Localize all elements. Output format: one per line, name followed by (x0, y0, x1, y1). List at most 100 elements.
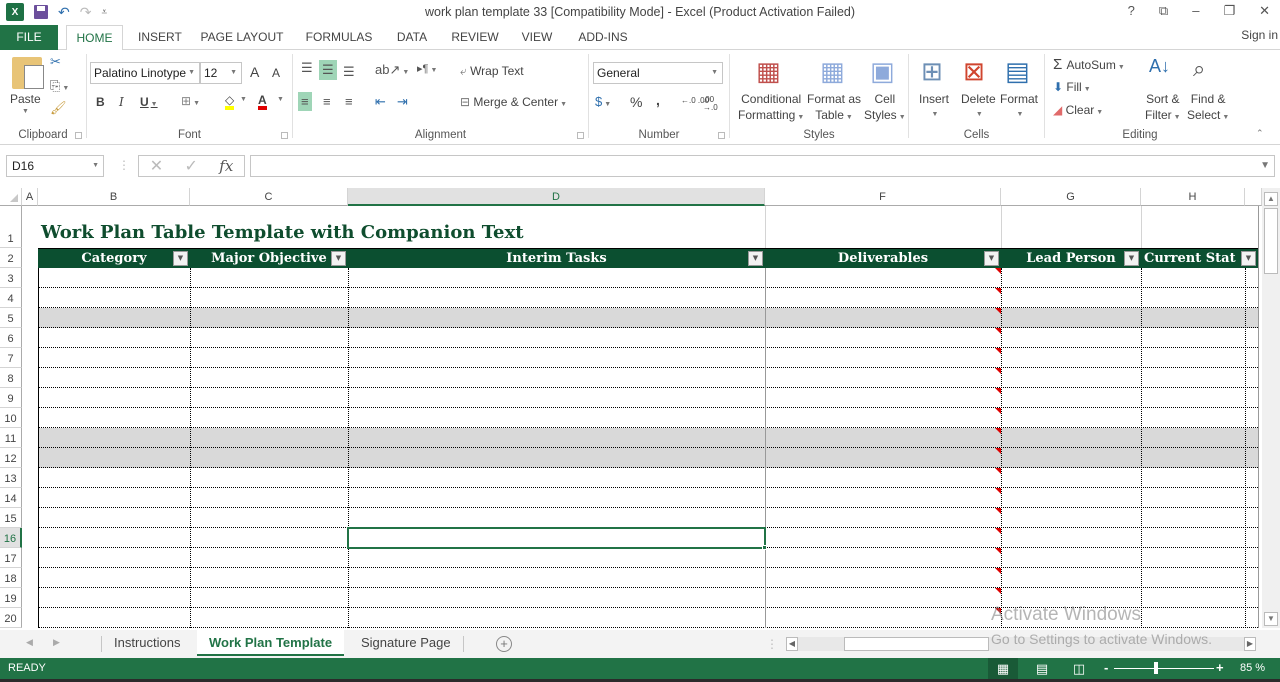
comment-indicator-icon[interactable] (995, 588, 1001, 594)
comment-indicator-icon[interactable] (995, 348, 1001, 354)
row-header-6[interactable]: 6 (0, 328, 22, 348)
number-format-select[interactable]: General ▼ (593, 62, 723, 84)
row-header-1[interactable]: 1 (0, 206, 22, 248)
font-name-select[interactable]: Palatino Linotype ▼ (90, 62, 200, 84)
font-color-dropdown[interactable]: ▼ (277, 96, 284, 103)
comment-indicator-icon[interactable] (995, 508, 1001, 514)
page-layout-view-icon[interactable]: ▤ (1027, 658, 1057, 679)
column-header-g[interactable]: G (1001, 188, 1141, 206)
sort-filter-icon[interactable]: A↓ (1149, 56, 1170, 77)
vertical-scrollbar[interactable]: ▲ ▼ (1262, 188, 1280, 628)
tab-add-ins[interactable]: ADD-INS (577, 25, 629, 50)
tab-formulas[interactable]: FORMULAS (304, 25, 374, 50)
align-right-icon[interactable]: ≡ (345, 94, 353, 109)
filter-dropdown-icon[interactable]: ▼ (1241, 251, 1256, 266)
copy-icon[interactable]: ⎘ ▼ (50, 78, 69, 94)
expand-formula-bar-icon[interactable]: ▼ (1260, 160, 1270, 171)
bottom-align-icon[interactable]: ☰ (343, 64, 355, 80)
zoom-level[interactable]: 85 % (1240, 662, 1265, 674)
minimize-icon[interactable]: – (1192, 3, 1199, 19)
cancel-entry-icon[interactable]: ✕ (150, 156, 163, 176)
bold-button[interactable]: B (96, 95, 105, 109)
collapse-ribbon-icon[interactable]: ⌃ (1256, 128, 1264, 139)
normal-view-icon[interactable]: ▦ (988, 658, 1018, 679)
insert-function-icon[interactable]: fx (219, 157, 233, 175)
zoom-in-button[interactable]: + (1216, 660, 1224, 675)
top-align-icon[interactable]: ☰ (301, 60, 313, 76)
fill-color-dropdown[interactable]: ▼ (240, 96, 247, 103)
column-header-h[interactable]: H (1141, 188, 1245, 206)
cell-styles-icon[interactable]: ▣ (870, 56, 895, 87)
name-box[interactable]: D16 ▼ (6, 155, 104, 177)
underline-button[interactable]: U ▼ (140, 95, 158, 109)
comment-indicator-icon[interactable] (995, 468, 1001, 474)
comment-indicator-icon[interactable] (995, 548, 1001, 554)
header-deliverables[interactable]: Deliverables ▼ (765, 248, 1001, 268)
formula-bar-splitter[interactable]: ⋮ (118, 158, 130, 172)
formula-input[interactable]: ▼ (250, 155, 1275, 177)
cell-styles-button[interactable]: Cell Styles ▼ (864, 91, 906, 126)
format-as-table-icon[interactable]: ▦ (820, 56, 845, 87)
confirm-entry-icon[interactable]: ✓ (184, 156, 197, 176)
sign-in-link[interactable]: Sign in (1241, 28, 1278, 42)
middle-align-icon[interactable]: ☰ (319, 60, 337, 80)
tab-review[interactable]: REVIEW (451, 25, 499, 50)
comment-indicator-icon[interactable] (995, 448, 1001, 454)
restore-icon[interactable]: ❐ (1223, 3, 1235, 19)
column-header-d[interactable]: D (348, 188, 765, 206)
help-icon[interactable]: ? (1128, 3, 1135, 19)
merge-center-button[interactable]: ⊟ Merge & Center ▼ (460, 95, 567, 109)
comment-indicator-icon[interactable] (995, 408, 1001, 414)
row-header-8[interactable]: 8 (0, 368, 22, 388)
decrease-decimal-button[interactable]: .00 →.0 (703, 96, 725, 112)
column-header-f[interactable]: F (765, 188, 1001, 206)
row-header-7[interactable]: 7 (0, 348, 22, 368)
sheet-tab-signature-page[interactable]: Signature Page (349, 630, 463, 656)
comment-indicator-icon[interactable] (995, 488, 1001, 494)
row-header-9[interactable]: 9 (0, 388, 22, 408)
scroll-down-button[interactable]: ▼ (1264, 612, 1278, 626)
sheet-title[interactable]: Work Plan Table Template with Companion … (41, 222, 524, 243)
filter-dropdown-icon[interactable]: ▼ (1124, 251, 1139, 266)
new-sheet-button[interactable]: + (496, 636, 512, 652)
scroll-right-button[interactable]: ▶ (1244, 637, 1256, 651)
delete-cells-icon[interactable]: ⊠ (963, 56, 985, 87)
row-header-11[interactable]: 11 (0, 428, 22, 448)
orientation-icon[interactable]: ab↗ ▼ (375, 62, 409, 78)
comment-indicator-icon[interactable] (995, 388, 1001, 394)
row-header-12[interactable]: 12 (0, 448, 22, 468)
fill-button[interactable]: ⬇ Fill ▼ (1053, 80, 1091, 94)
scroll-left-button[interactable]: ◀ (786, 637, 798, 651)
filter-dropdown-icon[interactable]: ▼ (173, 251, 188, 266)
header-lead-person[interactable]: Lead Person ▼ (1001, 248, 1141, 268)
format-cells-button[interactable]: Format ▼ (1000, 91, 1038, 123)
comment-indicator-icon[interactable] (995, 268, 1001, 274)
align-left-icon[interactable]: ≡ (298, 92, 312, 111)
paste-icon[interactable] (12, 57, 44, 89)
tab-file[interactable]: FILE (0, 25, 58, 50)
shrink-font-button[interactable]: A (272, 66, 280, 80)
find-select-icon[interactable]: ⌕ (1193, 56, 1205, 82)
header-major-objective[interactable]: Major Objective ▼ (190, 248, 348, 268)
row-header-15[interactable]: 15 (0, 508, 22, 528)
format-painter-icon[interactable]: 🖌 (50, 100, 67, 116)
zoom-slider[interactable] (1114, 668, 1214, 669)
percent-button[interactable]: % (630, 94, 642, 110)
row-header-3[interactable]: 3 (0, 268, 22, 288)
insert-cells-button[interactable]: Insert ▼ (919, 91, 949, 123)
comma-button[interactable]: , (656, 92, 660, 108)
row-header-16[interactable]: 16 (0, 528, 22, 548)
decrease-indent-icon[interactable]: ⇤ (375, 94, 386, 110)
fill-color-button[interactable]: ◇ (225, 94, 235, 110)
filter-dropdown-icon[interactable]: ▼ (984, 251, 999, 266)
header-category[interactable]: Category ▼ (38, 248, 190, 268)
column-header-next[interactable] (1245, 188, 1262, 206)
number-launcher-icon[interactable] (718, 132, 725, 139)
scroll-up-button[interactable]: ▲ (1264, 192, 1278, 206)
row-header-14[interactable]: 14 (0, 488, 22, 508)
tab-insert[interactable]: INSERT (138, 25, 182, 50)
fill-handle[interactable] (762, 545, 767, 550)
text-direction-icon[interactable]: ▸¶ ▼ (417, 62, 437, 75)
zoom-slider-thumb[interactable] (1154, 662, 1158, 674)
filter-dropdown-icon[interactable]: ▼ (331, 251, 346, 266)
